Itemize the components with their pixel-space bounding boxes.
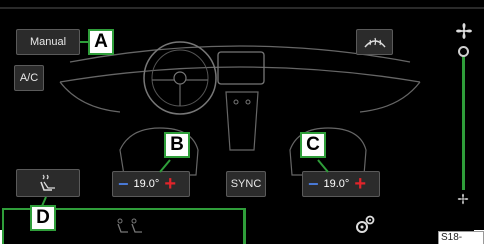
fan-low-icon: [457, 193, 469, 205]
settings-gears-icon: [356, 215, 375, 233]
right-temp-decrease-button[interactable]: −: [308, 175, 319, 193]
left-temp-increase-button[interactable]: +: [164, 174, 176, 194]
left-temp-decrease-button[interactable]: −: [118, 175, 129, 193]
left-temperature-control: − 19.0° +: [112, 171, 190, 197]
seat-heating-button[interactable]: [16, 169, 80, 197]
manual-button[interactable]: Manual: [16, 29, 80, 55]
sync-button[interactable]: SYNC: [226, 171, 266, 197]
callout-b: B: [164, 132, 190, 158]
callout-d: D: [30, 205, 56, 231]
seats-icon: [117, 218, 142, 233]
windshield-defrost-icon: [363, 37, 386, 48]
right-temp-value: 19.0°: [323, 178, 350, 190]
bottom-navigation-bar: [0, 208, 484, 244]
reference-code: S18-0366: [438, 231, 484, 244]
ac-button[interactable]: A/C: [14, 65, 44, 91]
fan-speed-handle[interactable]: [458, 46, 469, 57]
left-temp-value: 19.0°: [133, 178, 160, 190]
callout-c: C: [300, 132, 326, 158]
fan-speed-slider[interactable]: [462, 50, 465, 190]
right-temp-increase-button[interactable]: +: [354, 174, 366, 194]
climate-screen: Manual A/C − 19.0° + SYNC − 19.0° + A B …: [0, 0, 484, 230]
fan-icon: [456, 23, 472, 39]
right-temperature-control: − 19.0° +: [302, 171, 380, 197]
defrost-button[interactable]: [356, 29, 393, 55]
callout-a: A: [88, 29, 114, 55]
seat-heating-icon: [40, 174, 55, 191]
